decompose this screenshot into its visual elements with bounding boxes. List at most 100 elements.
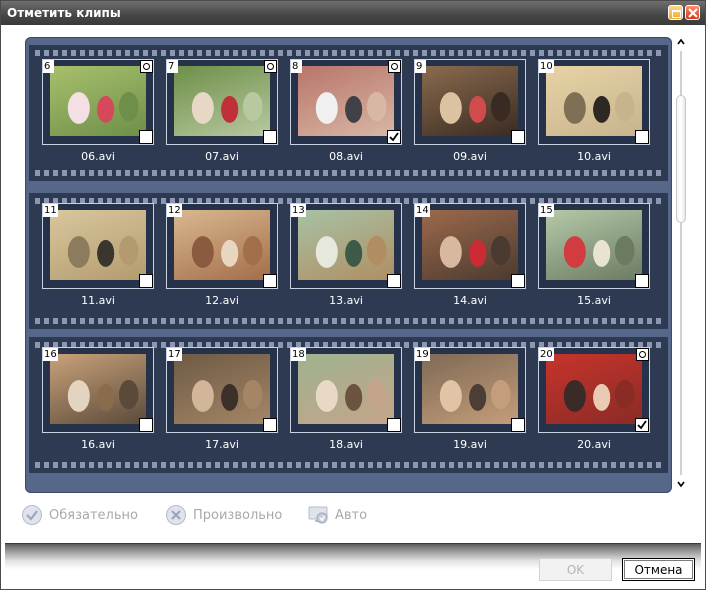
clip-filename: 11.avi [81, 294, 115, 307]
clip-preview-image [50, 66, 146, 136]
clip-thumbnail[interactable]: 19 [414, 347, 526, 433]
mode-auto-button[interactable]: Авто [307, 503, 367, 527]
clip-filename: 17.avi [205, 438, 239, 451]
clip-preview-image [546, 66, 642, 136]
clip-checkbox[interactable] [263, 418, 277, 432]
clip-checkbox[interactable] [139, 274, 153, 288]
clip-thumbnail[interactable]: 16 [42, 347, 154, 433]
clip-thumbnail[interactable]: 13 [290, 203, 402, 289]
clip-checkbox[interactable] [511, 130, 525, 144]
monitor-auto-icon [308, 506, 328, 524]
clip-number: 19 [415, 348, 430, 361]
clip-preview-image [546, 210, 642, 280]
close-button[interactable] [685, 5, 700, 20]
close-icon [688, 8, 698, 18]
clip-filename: 08.avi [329, 150, 363, 163]
clip-thumbnail[interactable]: 8 [290, 59, 402, 145]
scroll-down-icon[interactable] [676, 479, 686, 489]
clip-preview-image [174, 354, 270, 424]
ok-button[interactable]: OK [539, 558, 612, 581]
clip-filename: 16.avi [81, 438, 115, 451]
clip-thumbnail[interactable]: 10 [538, 59, 650, 145]
clip-number: 8 [291, 60, 302, 73]
mode-required-button[interactable]: Обязательно [21, 503, 138, 527]
clip-number: 17 [167, 348, 182, 361]
clip-filename: 18.avi [329, 438, 363, 451]
mode-optional-button[interactable]: Произвольно [165, 503, 282, 527]
window-title: Отметить клипы [7, 6, 121, 20]
clip-preview-image [422, 354, 518, 424]
clip-preview-image [422, 210, 518, 280]
clip-thumbnail[interactable]: 14 [414, 203, 526, 289]
clip-checkbox[interactable] [263, 130, 277, 144]
mark-clips-dialog: Отметить клипы 6 06.avi 7 07.avi 8 08.avi 9 09.… [0, 0, 706, 590]
clip-checkbox[interactable] [139, 130, 153, 144]
clip-number: 12 [167, 204, 182, 217]
film-perforation [35, 50, 662, 56]
clip-preview-image [50, 354, 146, 424]
clip-number: 20 [539, 348, 554, 361]
clip-filename: 12.avi [205, 294, 239, 307]
mode-optional-label: Произвольно [193, 507, 283, 523]
clip-thumbnail[interactable]: 12 [166, 203, 278, 289]
clip-checkbox[interactable] [635, 274, 649, 288]
clip-preview-image [298, 354, 394, 424]
marking-mode-bar: Обязательно Произвольно Авто [5, 503, 700, 527]
clip-checkbox[interactable] [263, 274, 277, 288]
mode-required-label: Обязательно [49, 507, 138, 523]
clip-settings-icon[interactable] [140, 60, 153, 73]
clip-preview-image [298, 210, 394, 280]
clip-number: 10 [539, 60, 554, 73]
clip-settings-icon[interactable] [264, 60, 277, 73]
clip-thumbnail[interactable]: 15 [538, 203, 650, 289]
scroll-thumb[interactable] [676, 95, 686, 223]
clips-panel: 6 06.avi 7 07.avi 8 08.avi 9 09.avi 10 10.avi 11 11… [5, 27, 700, 539]
dialog-button-bar: OK Отмена [5, 543, 701, 587]
clip-checkbox[interactable] [387, 274, 401, 288]
clip-filename: 20.avi [577, 438, 611, 451]
clip-number: 6 [43, 60, 54, 73]
clip-number: 11 [43, 204, 58, 217]
clip-filename: 07.avi [205, 150, 239, 163]
clip-settings-icon[interactable] [388, 60, 401, 73]
clip-filename: 10.avi [577, 150, 611, 163]
check-circle-icon [22, 505, 42, 525]
clip-settings-icon[interactable] [636, 348, 649, 361]
clip-preview-image [174, 210, 270, 280]
film-perforation [35, 170, 662, 176]
vertical-scrollbar[interactable] [673, 35, 689, 491]
clip-preview-image [50, 210, 146, 280]
clip-thumbnail[interactable]: 18 [290, 347, 402, 433]
clip-checkbox[interactable] [387, 130, 401, 144]
clip-thumbnail[interactable]: 7 [166, 59, 278, 145]
checkmark-icon [389, 132, 399, 142]
checkmark-icon [637, 420, 647, 430]
film-perforation [35, 318, 662, 324]
clip-filename: 09.avi [453, 150, 487, 163]
clip-thumbnail[interactable]: 6 [42, 59, 154, 145]
scroll-up-icon[interactable] [676, 37, 686, 47]
clip-filename: 15.avi [577, 294, 611, 307]
filmstrip-area: 6 06.avi 7 07.avi 8 08.avi 9 09.avi 10 10.avi 11 11… [25, 37, 672, 493]
film-perforation [35, 462, 662, 468]
clip-thumbnail[interactable]: 11 [42, 203, 154, 289]
clip-number: 15 [539, 204, 554, 217]
clip-filename: 06.avi [81, 150, 115, 163]
clip-number: 16 [43, 348, 58, 361]
x-circle-icon [166, 505, 186, 525]
clip-thumbnail[interactable]: 9 [414, 59, 526, 145]
clip-preview-image [546, 354, 642, 424]
cancel-button[interactable]: Отмена [622, 558, 695, 581]
clip-preview-image [298, 66, 394, 136]
clip-thumbnail[interactable]: 17 [166, 347, 278, 433]
clip-thumbnail[interactable]: 20 [538, 347, 650, 433]
clip-checkbox[interactable] [635, 418, 649, 432]
minimize-button[interactable] [668, 5, 683, 20]
clip-checkbox[interactable] [635, 130, 649, 144]
title-bar[interactable]: Отметить клипы [1, 1, 705, 25]
clip-filename: 14.avi [453, 294, 487, 307]
clip-checkbox[interactable] [511, 274, 525, 288]
clip-checkbox[interactable] [387, 418, 401, 432]
clip-checkbox[interactable] [139, 418, 153, 432]
clip-checkbox[interactable] [511, 418, 525, 432]
